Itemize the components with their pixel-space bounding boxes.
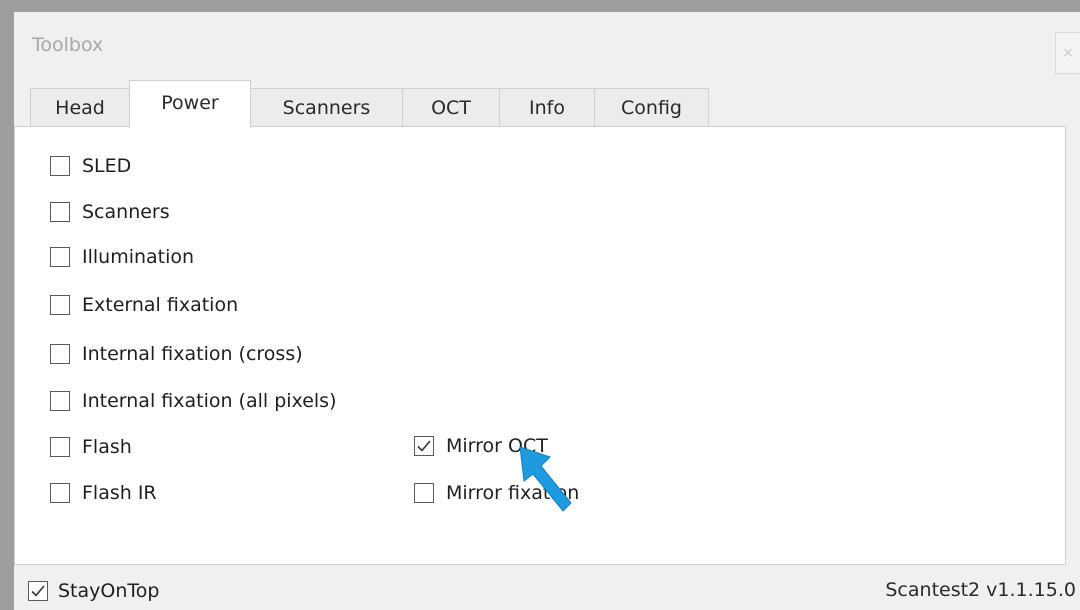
tab-head[interactable]: Head [30,88,130,126]
illumination-label: Illumination [82,246,195,268]
tab-info[interactable]: Info [499,88,595,126]
internal-fixation-all-pixels-checkbox-row[interactable]: Internal fixation (all pixels) [50,388,337,414]
sled-checkbox[interactable] [50,156,70,176]
sled-checkbox-row[interactable]: SLED [50,153,131,179]
window-frame-left [0,0,14,610]
checkmark-icon [417,440,431,452]
external-fixation-label: External fixation [82,294,239,316]
stay-on-top-label: StayOnTop [58,580,160,602]
scanners-label: Scanners [82,201,170,223]
scanners-checkbox-row[interactable]: Scanners [50,199,170,225]
internal-fixation-all-pixels-label: Internal fixation (all pixels) [82,390,337,412]
tab-scanners[interactable]: Scanners [250,88,403,126]
external-fixation-checkbox[interactable] [50,295,70,315]
version-label: Scantest2 v1.1.15.0 [885,579,1076,601]
window-title: Toolbox [32,34,104,56]
illumination-checkbox[interactable] [50,247,70,267]
internal-fixation-all-pixels-checkbox[interactable] [50,391,70,411]
internal-fixation-cross-checkbox-row[interactable]: Internal fixation (cross) [50,341,303,367]
stay-on-top-checkbox-row[interactable]: StayOnTop [28,578,159,604]
tab-oct[interactable]: OCT [402,88,500,126]
illumination-checkbox-row[interactable]: Illumination [50,244,194,270]
tab-config[interactable]: Config [594,88,709,126]
scanners-checkbox[interactable] [50,202,70,222]
mirror-fixation-checkbox[interactable] [414,483,434,503]
close-button[interactable]: × [1055,32,1080,74]
internal-fixation-cross-label: Internal fixation (cross) [82,343,303,365]
external-fixation-checkbox-row[interactable]: External fixation [50,292,238,318]
internal-fixation-cross-checkbox[interactable] [50,344,70,364]
tab-power[interactable]: Power [129,80,251,128]
arrow-cursor-icon [519,446,572,512]
flash-ir-checkbox-row[interactable]: Flash IR [50,480,157,506]
flash-checkbox-row[interactable]: Flash [50,434,132,460]
flash-ir-checkbox[interactable] [50,483,70,503]
sled-label: SLED [82,155,132,177]
mirror-oct-checkbox[interactable] [414,436,434,456]
flash-checkbox[interactable] [50,437,70,457]
flash-ir-label: Flash IR [82,482,157,504]
window-frame-top [0,0,1080,12]
flash-label: Flash [82,436,132,458]
stay-on-top-checkbox[interactable] [28,581,48,601]
checkmark-icon [31,585,45,597]
